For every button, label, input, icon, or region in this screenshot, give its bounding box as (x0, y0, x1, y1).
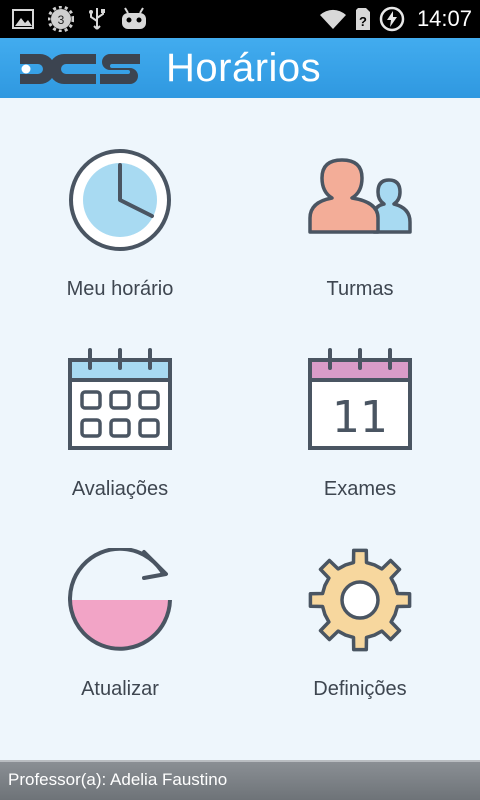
calendar-day-icon: 11 (308, 348, 412, 450)
gear-icon (308, 548, 412, 652)
status-time: 14:07 (416, 6, 472, 31)
settings-badge-icon: 3 (48, 6, 74, 32)
wifi-icon (319, 9, 346, 29)
menu-item-avaliacoes[interactable]: Avaliações (0, 298, 240, 500)
page-title: Horários (166, 46, 322, 90)
image-icon (12, 9, 34, 29)
dcs-logo (20, 54, 140, 84)
battery-charging-icon (379, 6, 405, 32)
app-bar: Horários (0, 38, 480, 98)
system-icons: ? 14:07 (319, 6, 472, 32)
people-icon (308, 158, 412, 234)
calendar-day-number: 11 (332, 392, 388, 443)
menu-item-exames[interactable]: 11 Exames (240, 298, 480, 500)
menu-item-turmas[interactable]: Turmas (240, 98, 480, 300)
refresh-icon (68, 548, 172, 651)
android-icon (122, 7, 146, 29)
menu-item-meu-horario[interactable]: Meu horário (0, 98, 240, 300)
menu-label: Atualizar (81, 678, 159, 700)
status-bar: 3 ? 14:07 (0, 0, 480, 38)
menu-item-atualizar[interactable]: Atualizar (0, 498, 240, 700)
svg-text:?: ? (359, 14, 367, 29)
professor-name: Professor(a): Adelia Faustino (8, 770, 228, 789)
clock-icon (69, 149, 171, 251)
footer-bar: Professor(a): Adelia Faustino (0, 760, 480, 800)
menu-label: Definições (313, 678, 407, 700)
calendar-grid-icon (68, 348, 172, 450)
usb-icon (89, 8, 105, 30)
notification-icons: 3 (12, 6, 148, 32)
main-menu: Meu horário Turmas Avaliações 11 Exames … (0, 98, 480, 760)
svg-text:3: 3 (58, 13, 65, 27)
menu-item-definicoes[interactable]: Definições (240, 498, 480, 700)
no-sim-icon: ? (355, 8, 370, 30)
